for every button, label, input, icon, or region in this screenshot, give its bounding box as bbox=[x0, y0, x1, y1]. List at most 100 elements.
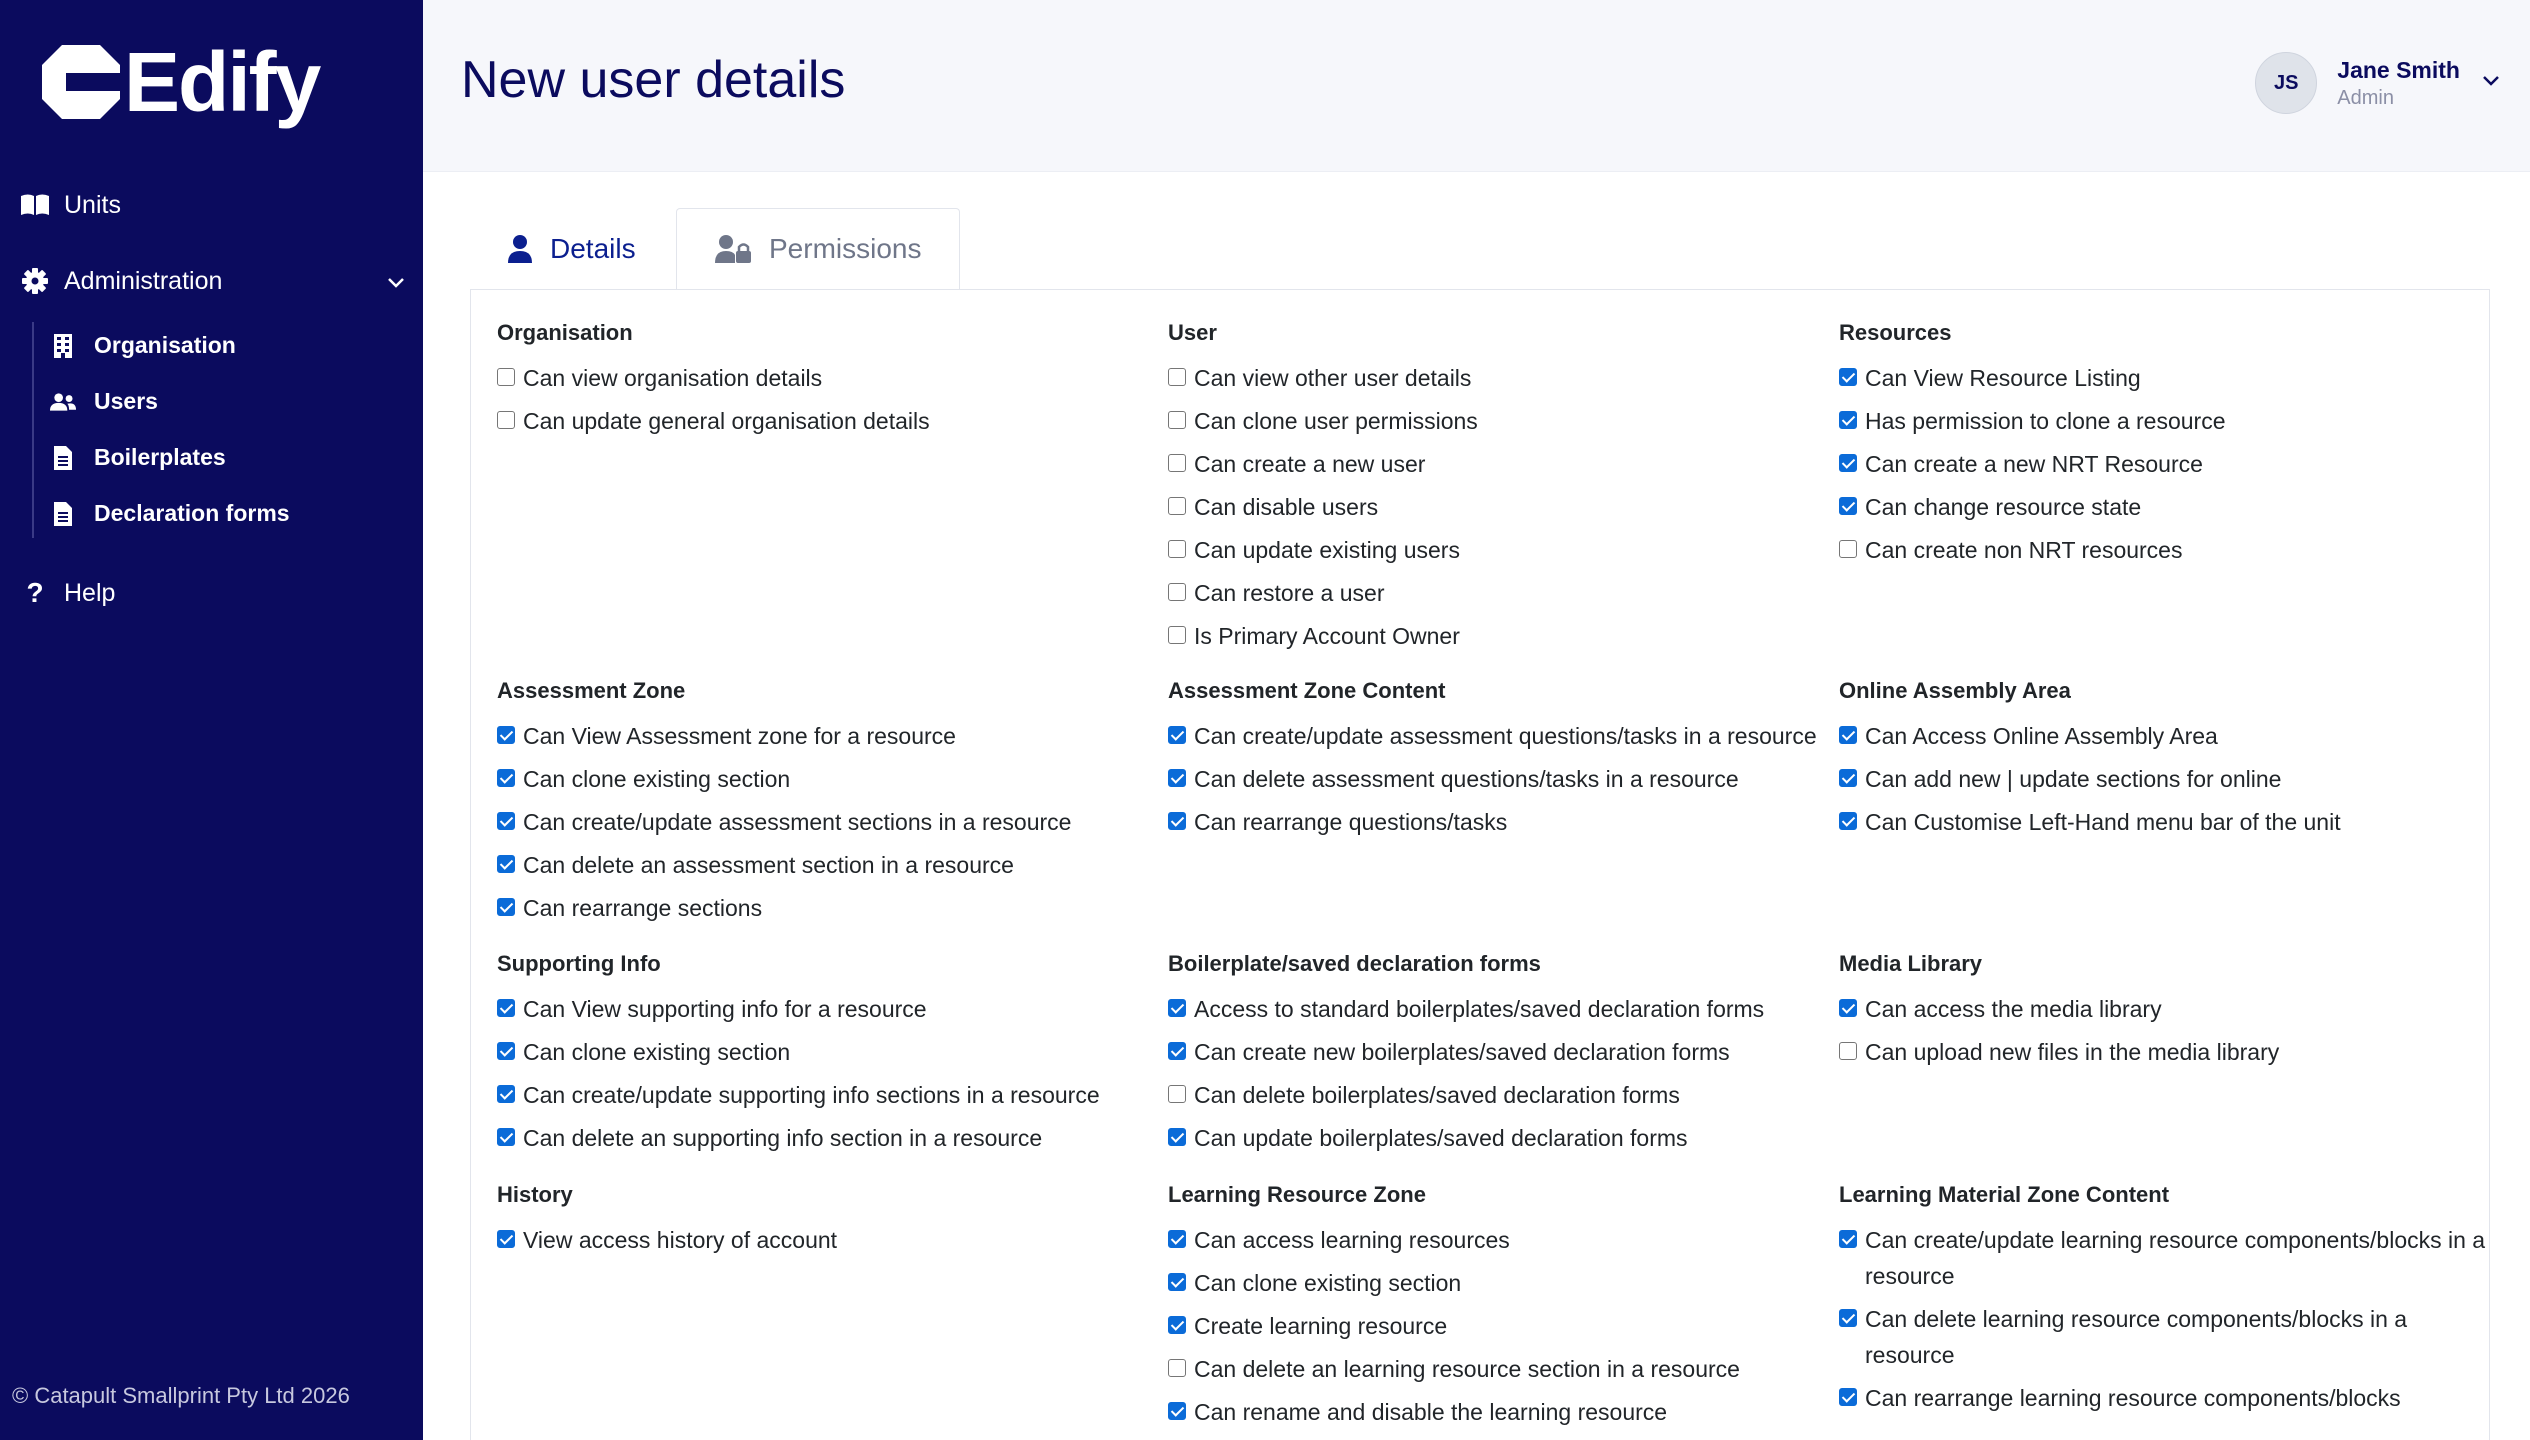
permission-item[interactable]: Has permission to clone a resource bbox=[1839, 403, 2499, 439]
permission-checkbox[interactable] bbox=[497, 411, 515, 429]
permission-checkbox-checked[interactable] bbox=[1839, 1388, 1857, 1406]
permission-item[interactable]: Can delete assessment questions/tasks in… bbox=[1168, 761, 1828, 797]
permission-checkbox-checked[interactable] bbox=[1839, 497, 1857, 515]
permission-checkbox-checked[interactable] bbox=[497, 1230, 515, 1248]
permission-item[interactable]: Can View Assessment zone for a resource bbox=[497, 718, 1157, 754]
permission-checkbox-checked[interactable] bbox=[497, 1042, 515, 1060]
permission-checkbox-checked[interactable] bbox=[1839, 1309, 1857, 1327]
permission-item[interactable]: Can Access Online Assembly Area bbox=[1839, 718, 2499, 754]
permission-item[interactable]: Can Customise Left-Hand menu bar of the … bbox=[1839, 804, 2499, 840]
permission-item[interactable]: Can create/update supporting info sectio… bbox=[497, 1077, 1157, 1113]
permission-checkbox[interactable] bbox=[1168, 454, 1186, 472]
permission-item[interactable]: Can clone user permissions bbox=[1168, 403, 1828, 439]
permission-checkbox[interactable] bbox=[1168, 497, 1186, 515]
permission-checkbox-checked[interactable] bbox=[1839, 726, 1857, 744]
permission-item[interactable]: Can rearrange learning resource componen… bbox=[1839, 1380, 2499, 1416]
permission-item[interactable]: Can create non NRT resources bbox=[1839, 532, 2499, 568]
permission-item[interactable]: Can create/update assessment questions/t… bbox=[1168, 718, 1828, 754]
permission-item[interactable]: Can rename and disable the learning reso… bbox=[1168, 1394, 1828, 1430]
permission-item[interactable]: Can clone existing section bbox=[1168, 1265, 1828, 1301]
sidebar-item-declaration-forms[interactable]: Declaration forms bbox=[50, 500, 290, 527]
user-menu[interactable]: JS Jane Smith Admin bbox=[2255, 52, 2500, 114]
permission-item[interactable]: Is Primary Account Owner bbox=[1168, 618, 1828, 654]
permission-item[interactable]: Can delete an assessment section in a re… bbox=[497, 847, 1157, 883]
permission-checkbox-checked[interactable] bbox=[497, 855, 515, 873]
permission-checkbox[interactable] bbox=[1839, 1042, 1857, 1060]
permission-checkbox[interactable] bbox=[1168, 583, 1186, 601]
permission-item[interactable]: Can view organisation details bbox=[497, 360, 1157, 396]
permission-checkbox-checked[interactable] bbox=[1168, 999, 1186, 1017]
permission-item[interactable]: Can change resource state bbox=[1839, 489, 2499, 525]
permission-checkbox-checked[interactable] bbox=[497, 812, 515, 830]
permission-item[interactable]: Can clone existing section bbox=[497, 1034, 1157, 1070]
permission-item[interactable]: Can add new | update sections for online bbox=[1839, 761, 2499, 797]
permission-item[interactable]: Can access the media library bbox=[1839, 991, 2499, 1027]
permission-item[interactable]: Can access learning resources bbox=[1168, 1222, 1828, 1258]
permission-item[interactable]: Can update boilerplates/saved declaratio… bbox=[1168, 1120, 1828, 1156]
permission-item[interactable]: Can View supporting info for a resource bbox=[497, 991, 1157, 1027]
permission-checkbox-checked[interactable] bbox=[1839, 1230, 1857, 1248]
permission-item[interactable]: Can clone existing section bbox=[497, 761, 1157, 797]
permission-checkbox-checked[interactable] bbox=[1839, 999, 1857, 1017]
sidebar-item-help[interactable]: ? Help bbox=[20, 577, 115, 608]
permission-item[interactable]: Can view other user details bbox=[1168, 360, 1828, 396]
permission-item[interactable]: Can create/update learning resource comp… bbox=[1839, 1222, 2499, 1294]
permission-checkbox[interactable] bbox=[1168, 411, 1186, 429]
sidebar-item-administration[interactable]: Administration bbox=[20, 266, 405, 296]
permission-item[interactable]: Can rearrange sections bbox=[497, 890, 1157, 926]
sidebar-item-organisation[interactable]: Organisation bbox=[50, 332, 236, 359]
permission-checkbox-checked[interactable] bbox=[1839, 368, 1857, 386]
permission-item[interactable]: Can restore a user bbox=[1168, 575, 1828, 611]
permission-checkbox[interactable] bbox=[1168, 1085, 1186, 1103]
permission-checkbox[interactable] bbox=[1168, 1359, 1186, 1377]
permission-checkbox-checked[interactable] bbox=[1168, 726, 1186, 744]
permission-checkbox[interactable] bbox=[497, 368, 515, 386]
permission-checkbox-checked[interactable] bbox=[1168, 1230, 1186, 1248]
permission-item[interactable]: Can create new boilerplates/saved declar… bbox=[1168, 1034, 1828, 1070]
sidebar-item-users[interactable]: Users bbox=[50, 388, 158, 415]
permission-checkbox-checked[interactable] bbox=[1168, 1316, 1186, 1334]
permission-item[interactable]: Can update general organisation details bbox=[497, 403, 1157, 439]
permission-item[interactable]: Can delete boilerplates/saved declaratio… bbox=[1168, 1077, 1828, 1113]
permission-checkbox-checked[interactable] bbox=[1839, 411, 1857, 429]
permission-checkbox-checked[interactable] bbox=[1839, 769, 1857, 787]
permission-item[interactable]: Can delete an supporting info section in… bbox=[497, 1120, 1157, 1156]
permission-checkbox[interactable] bbox=[1168, 626, 1186, 644]
permission-checkbox[interactable] bbox=[1168, 540, 1186, 558]
permission-checkbox-checked[interactable] bbox=[497, 999, 515, 1017]
permission-checkbox-checked[interactable] bbox=[1168, 1402, 1186, 1420]
permission-item[interactable]: Can create a new NRT Resource bbox=[1839, 446, 2499, 482]
permission-item[interactable]: Can create/update assessment sections in… bbox=[497, 804, 1157, 840]
sidebar-item-units[interactable]: Units bbox=[20, 190, 121, 220]
permission-item[interactable]: Can delete learning resource components/… bbox=[1839, 1301, 2499, 1373]
permission-checkbox-checked[interactable] bbox=[1839, 454, 1857, 472]
permission-item[interactable]: Can View Resource Listing bbox=[1839, 360, 2499, 396]
permission-checkbox[interactable] bbox=[1168, 368, 1186, 386]
edify-logo[interactable]: Edify bbox=[40, 40, 321, 124]
permission-checkbox-checked[interactable] bbox=[1839, 812, 1857, 830]
permission-label: View access history of account bbox=[523, 1227, 838, 1253]
permission-item[interactable]: Can update existing users bbox=[1168, 532, 1828, 568]
permission-item[interactable]: Can rearrange questions/tasks bbox=[1168, 804, 1828, 840]
permission-item[interactable]: Access to standard boilerplates/saved de… bbox=[1168, 991, 1828, 1027]
permission-item[interactable]: Can upload new files in the media librar… bbox=[1839, 1034, 2499, 1070]
tab-details[interactable]: Details bbox=[470, 208, 676, 290]
permission-checkbox-checked[interactable] bbox=[1168, 769, 1186, 787]
permission-checkbox-checked[interactable] bbox=[1168, 812, 1186, 830]
permission-item[interactable]: Can disable users bbox=[1168, 489, 1828, 525]
permission-checkbox-checked[interactable] bbox=[1168, 1042, 1186, 1060]
permission-item[interactable]: Can delete an learning resource section … bbox=[1168, 1351, 1828, 1387]
permission-checkbox-checked[interactable] bbox=[1168, 1273, 1186, 1291]
permission-checkbox-checked[interactable] bbox=[1168, 1128, 1186, 1146]
permission-checkbox-checked[interactable] bbox=[497, 726, 515, 744]
permission-checkbox[interactable] bbox=[1839, 540, 1857, 558]
permission-checkbox-checked[interactable] bbox=[497, 769, 515, 787]
permission-item[interactable]: Can create a new user bbox=[1168, 446, 1828, 482]
permission-item[interactable]: Create learning resource bbox=[1168, 1308, 1828, 1344]
permission-item[interactable]: View access history of account bbox=[497, 1222, 1157, 1258]
sidebar-item-boilerplates[interactable]: Boilerplates bbox=[50, 444, 226, 471]
permission-checkbox-checked[interactable] bbox=[497, 1128, 515, 1146]
tab-permissions[interactable]: Permissions bbox=[676, 208, 960, 290]
permission-checkbox-checked[interactable] bbox=[497, 1085, 515, 1103]
permission-checkbox-checked[interactable] bbox=[497, 898, 515, 916]
